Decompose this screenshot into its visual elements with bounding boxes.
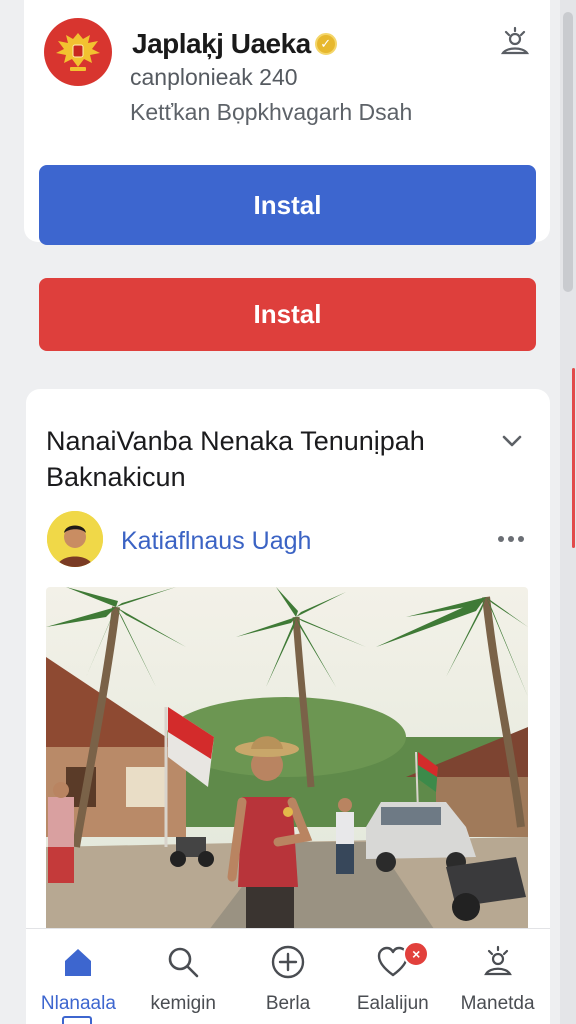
post-card: NanaiVanba Nenaka Tenunịpah Baknakicun K… xyxy=(26,389,550,1009)
nav-item-profile[interactable]: Manetda xyxy=(445,929,550,1024)
more-options-icon[interactable] xyxy=(496,529,526,549)
add-circle-icon xyxy=(271,945,305,979)
author-avatar[interactable] xyxy=(47,511,103,567)
scrollbar-marker xyxy=(572,368,575,548)
search-icon xyxy=(168,947,199,978)
app-title: Japlaķj Uaeka xyxy=(132,28,311,59)
profile-icon xyxy=(483,945,512,976)
install-secondary-button[interactable]: Instal xyxy=(39,278,536,351)
nav-item-search[interactable]: kemigin xyxy=(131,929,236,1024)
app-subtitle: canplonieak 240 xyxy=(130,64,298,90)
home-icon xyxy=(65,949,92,976)
nav-item-notifications[interactable]: × Ealalijun xyxy=(340,929,445,1024)
notification-badge: × xyxy=(403,941,430,967)
nav-label: Berla xyxy=(265,993,311,1014)
nav-item-home[interactable]: Nlanaala xyxy=(26,929,131,1024)
author-name-link[interactable]: Katiaflnaus Uagh xyxy=(121,527,311,556)
post-title: NanaiVanba Nenaka Tenunịpah Baknakicun xyxy=(46,426,425,492)
bottom-navigation: Nlanaala kemigin Berla × Ealalijun Manet… xyxy=(26,928,550,1024)
install-button[interactable]: Instal xyxy=(39,165,536,245)
scrollbar-thumb[interactable] xyxy=(563,12,573,292)
nav-label: kemigin xyxy=(150,993,216,1014)
home-indicator-icon xyxy=(62,1016,92,1024)
nav-item-add[interactable]: Berla xyxy=(236,929,341,1024)
post-photo[interactable] xyxy=(46,587,528,947)
verified-badge-icon: ✓ xyxy=(314,33,337,55)
app-emblem-icon xyxy=(44,18,112,86)
nav-label: Manetda xyxy=(460,993,535,1014)
chevron-down-icon[interactable] xyxy=(500,429,524,453)
nav-label: Ealalijun xyxy=(356,993,429,1014)
nav-label: Nlanaala xyxy=(40,993,116,1014)
app-description: Ketťkan Bọpkhvagarh Dsah xyxy=(130,99,413,125)
scrollbar[interactable] xyxy=(560,0,576,1024)
settings-icon[interactable] xyxy=(498,26,532,60)
